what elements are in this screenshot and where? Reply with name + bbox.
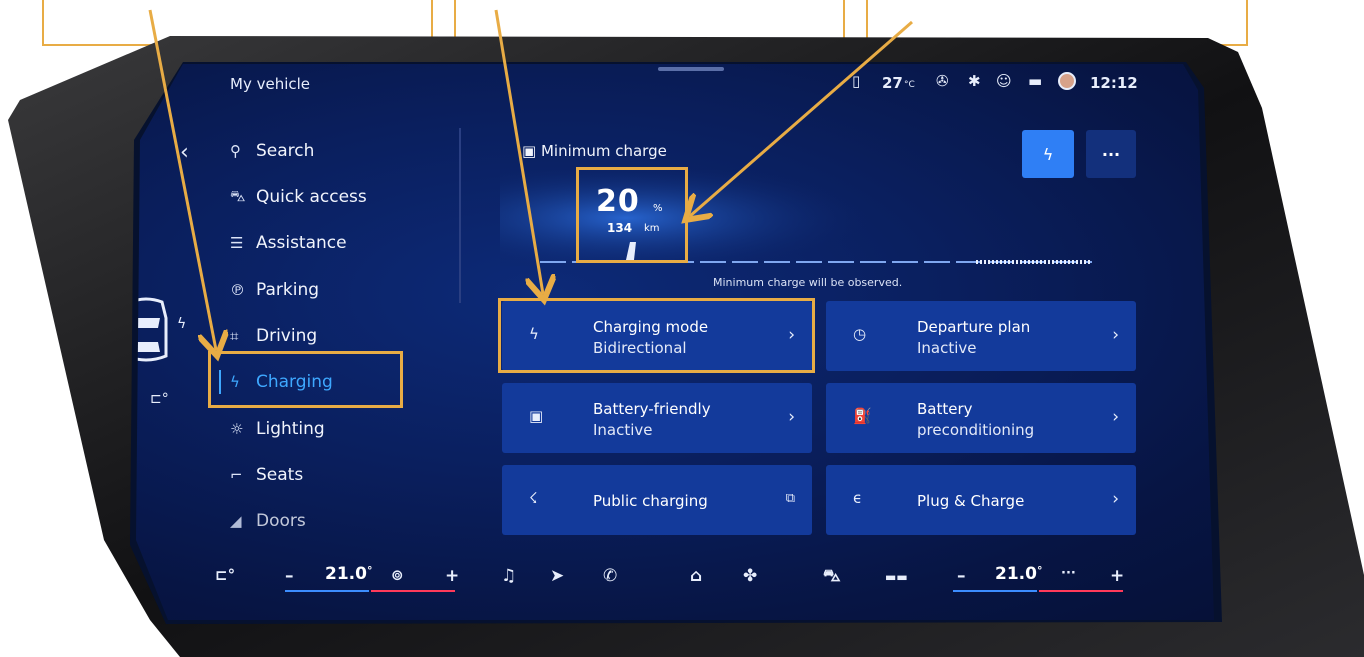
- tile-battery-friendly[interactable]: ▣ Battery-friendly Inactive ›: [502, 383, 812, 453]
- assistance-icon: ☰: [230, 234, 244, 252]
- clock: 12:12: [1090, 74, 1138, 92]
- tile-departure-plan[interactable]: ◷ Departure plan Inactive ›: [826, 301, 1136, 371]
- divider: [459, 128, 461, 303]
- sidebar-item-doors[interactable]: ◢ Doors: [230, 504, 306, 538]
- tile-subtitle: Inactive: [917, 339, 977, 357]
- battery-precondition-icon: ⛽: [853, 407, 872, 425]
- chevron-right-icon: ›: [1112, 407, 1119, 427]
- degree: °: [1036, 564, 1043, 577]
- plug-icon: ϟ: [177, 316, 187, 332]
- fan-off-icon: ✇: [936, 72, 949, 90]
- sun-icon: ☼: [230, 420, 244, 438]
- chevron-right-icon: ›: [788, 407, 795, 427]
- sidebar-item-label: Doors: [256, 511, 306, 531]
- tile-battery-preconditioning[interactable]: ⛽ Battery preconditioning ›: [826, 383, 1136, 453]
- chevron-right-icon: ›: [1112, 489, 1119, 509]
- door-icon: ◢: [230, 512, 242, 530]
- sidebar-item-label: Driving: [256, 326, 318, 346]
- temperature-unit: °C: [904, 80, 915, 90]
- temp-left-decrease[interactable]: –: [285, 566, 294, 586]
- sidebar-item-assistance[interactable]: ☰ Assistance: [230, 226, 347, 260]
- fan-mode-icon[interactable]: ⊚: [391, 566, 404, 584]
- sidebar-item-lighting[interactable]: ☼ Lighting: [230, 412, 325, 446]
- temp-right-value[interactable]: 21.0°: [995, 564, 1042, 584]
- sidebar-item-label: Quick access: [256, 187, 367, 207]
- apps-icon[interactable]: ▬▬: [885, 570, 908, 584]
- avatar[interactable]: [1058, 72, 1076, 90]
- battery-friendly-icon: ▣: [529, 407, 544, 425]
- parking-icon: ℗: [230, 281, 245, 299]
- temp-left-increase[interactable]: +: [445, 566, 459, 586]
- back-button[interactable]: ‹: [180, 140, 189, 165]
- temperature: 27: [882, 74, 903, 92]
- tile-subtitle: Inactive: [593, 421, 653, 439]
- minimum-charge-label: ▣ Minimum charge: [522, 142, 667, 160]
- charge-note: Minimum charge will be observed.: [713, 276, 903, 289]
- public-charging-icon: ☇: [529, 489, 538, 507]
- car-icon: ⛍: [230, 187, 246, 205]
- more-options-button[interactable]: ···: [1086, 130, 1136, 178]
- sidebar-item-label: Lighting: [256, 419, 325, 439]
- seat-icon: ⌐: [230, 466, 243, 484]
- tile-subtitle: preconditioning: [917, 421, 1035, 439]
- plug-icon: ϟ: [1042, 144, 1054, 164]
- sidebar-item-label: Seats: [256, 465, 304, 485]
- tile-title: Plug & Charge: [917, 492, 1025, 510]
- search-icon: ⚲: [230, 142, 241, 160]
- sidebar-item-parking[interactable]: ℗ Parking: [230, 273, 319, 307]
- sidebar-item-seats[interactable]: ⌐ Seats: [230, 458, 303, 492]
- page-title: My vehicle: [230, 75, 311, 93]
- phone-icon[interactable]: ✆: [603, 566, 617, 586]
- battery-small-icon: ▣: [522, 142, 541, 160]
- fan-icon[interactable]: ✤: [743, 566, 757, 586]
- tile-title: Public charging: [593, 492, 708, 510]
- car-icon[interactable]: ⛍: [823, 566, 841, 588]
- tile-title: Departure plan: [917, 318, 1031, 336]
- highlight-charging-nav: [208, 351, 403, 408]
- highlight-charge-value: [576, 167, 688, 263]
- sidebar-item-label: Assistance: [256, 233, 347, 253]
- plug-settings-button[interactable]: ϟ: [1022, 130, 1074, 178]
- drag-handle[interactable]: [658, 67, 724, 71]
- external-link-icon: ⧉: [785, 491, 795, 506]
- plug-charge-icon: ϵ: [853, 489, 863, 507]
- temp-right-bar-cool: [953, 590, 1037, 592]
- minimum-charge-text: Minimum charge: [540, 142, 667, 160]
- tile-public-charging[interactable]: ☇ Public charging ⧉: [502, 465, 812, 535]
- more-climate-icon[interactable]: ···: [1061, 566, 1076, 581]
- temp-left-value[interactable]: 21.0°: [325, 564, 372, 584]
- bottom-dock: ⊏° – 21.0° ⊚ + ♫ ➤ ✆ ⌂ ✤ ⛍ ▬▬ – 21.0° ··…: [195, 562, 1155, 602]
- navigation-icon[interactable]: ➤: [550, 566, 564, 586]
- driving-icon: ⌗: [230, 327, 239, 345]
- music-icon[interactable]: ♫: [501, 566, 516, 586]
- temp-right-decrease[interactable]: –: [957, 566, 966, 586]
- chevron-right-icon: ›: [1112, 325, 1119, 345]
- sidebar-item-label: Parking: [256, 280, 320, 300]
- home-icon[interactable]: ⌂: [690, 566, 702, 586]
- sidebar-item-quick-access[interactable]: ⛍ Quick access: [230, 180, 367, 214]
- battery-icon: ▬: [1028, 72, 1043, 90]
- temp-right-increase[interactable]: +: [1110, 566, 1124, 586]
- sidebar-item-driving[interactable]: ⌗ Driving: [230, 319, 317, 353]
- people-icon: ☺: [996, 72, 1012, 90]
- degree: °: [366, 564, 373, 577]
- sidebar-item-search[interactable]: ⚲ Search: [230, 134, 314, 168]
- seat-heat-icon[interactable]: ⊏°: [150, 391, 169, 407]
- bluetooth-icon: ✱: [968, 72, 981, 90]
- temp-left-bar-cool: [285, 590, 369, 592]
- seat-heat-left-icon[interactable]: ⊏°: [215, 566, 235, 584]
- highlight-charging-mode: [498, 298, 815, 373]
- tile-plug-and-charge[interactable]: ϵ Plug & Charge ›: [826, 465, 1136, 535]
- more-icon: ···: [1101, 144, 1121, 164]
- temp-right-number: 21.0: [995, 564, 1037, 584]
- tile-title: Battery: [917, 400, 973, 418]
- temp-left-number: 21.0: [325, 564, 367, 584]
- phone-charging-icon: ▯: [852, 72, 861, 90]
- clock-icon: ◷: [853, 325, 867, 343]
- temp-right-bar-warm: [1039, 590, 1123, 592]
- temp-left-bar-warm: [371, 590, 455, 592]
- sidebar-item-label: Search: [256, 141, 315, 161]
- tile-title: Battery-friendly: [593, 400, 711, 418]
